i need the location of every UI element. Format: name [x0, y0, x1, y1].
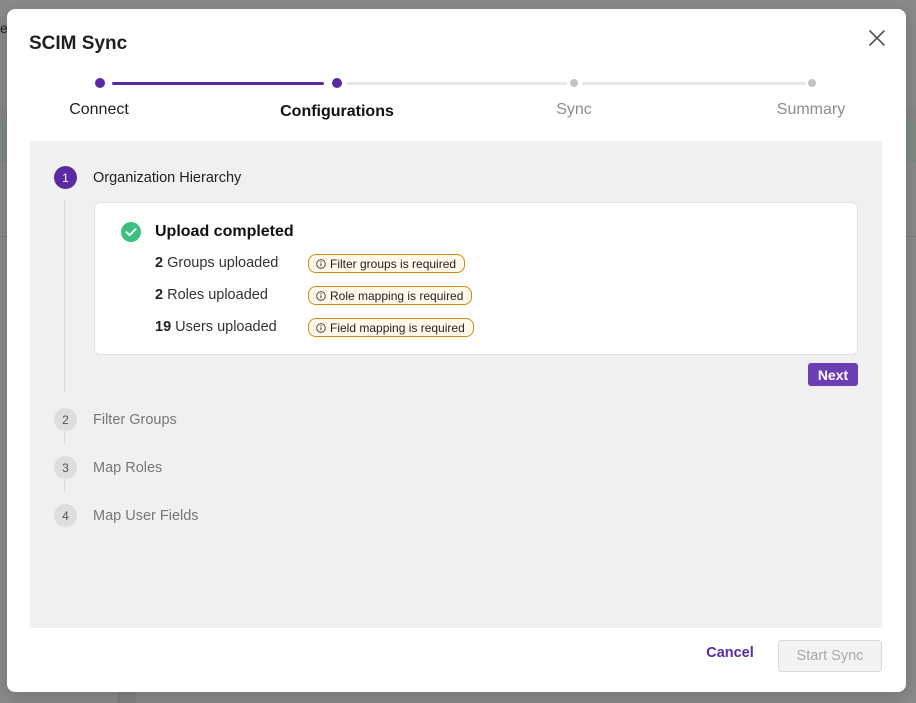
upload-summary-card: Upload completed 2 Groups uploaded Filte… [94, 202, 858, 355]
scim-sync-modal: SCIM Sync Connect Configurations Sync Su… [7, 9, 906, 692]
step-dot-sync [570, 79, 578, 87]
stat-count: 2 [155, 255, 164, 271]
info-icon [316, 258, 326, 269]
stat-count: 2 [155, 287, 164, 303]
stat-label: Users uploaded [175, 319, 277, 335]
stepper-track-completed [112, 82, 324, 85]
check-circle-icon [121, 222, 141, 242]
warning-badge: Filter groups is required [308, 254, 466, 273]
step-label-configurations[interactable]: Configurations [257, 103, 417, 121]
configuration-panel: 1 Organization Hierarchy Upload complete… [30, 141, 882, 628]
section-title-map-user-fields[interactable]: Map User Fields [93, 508, 199, 524]
info-icon [316, 290, 326, 301]
step-label-summary: Summary [776, 101, 846, 118]
next-button[interactable]: Next [808, 363, 858, 386]
progress-stepper: Connect Configurations Sync Summary [7, 9, 906, 139]
section-title-filter-groups[interactable]: Filter Groups [93, 412, 177, 428]
step-label-connect[interactable]: Connect [19, 101, 179, 119]
warning-badge: Role mapping is required [308, 286, 473, 305]
stepper-track-remaining-1 [347, 82, 567, 85]
section-title-map-roles[interactable]: Map Roles [93, 460, 162, 476]
info-icon [316, 322, 326, 333]
section-title-organization-hierarchy[interactable]: Organization Hierarchy [93, 170, 241, 186]
warning-badge: Field mapping is required [308, 318, 474, 337]
section-number-badge: 3 [54, 456, 77, 479]
warning-badge-text: Filter groups is required [330, 256, 457, 271]
section-connector-line [64, 431, 65, 443]
upload-status-title: Upload completed [155, 223, 294, 240]
section-number-badge: 4 [54, 504, 77, 527]
section-connector-line [64, 200, 65, 392]
warning-badge-text: Field mapping is required [330, 320, 465, 335]
step-label-sync: Sync [556, 101, 592, 118]
warning-badge-text: Role mapping is required [330, 288, 464, 303]
step-dot-summary [808, 79, 816, 87]
cancel-button[interactable]: Cancel [697, 645, 763, 667]
section-connector-line [64, 479, 65, 491]
step-dot-configurations [332, 78, 342, 88]
stat-label: Roles uploaded [167, 287, 268, 303]
step-dot-connect [95, 78, 105, 88]
section-number-badge: 1 [54, 166, 77, 189]
start-sync-button[interactable]: Start Sync [778, 640, 882, 672]
stat-label: Groups uploaded [167, 255, 279, 271]
stepper-track-remaining-2 [582, 82, 806, 85]
section-number-badge: 2 [54, 408, 77, 431]
stat-count: 19 [155, 319, 172, 335]
